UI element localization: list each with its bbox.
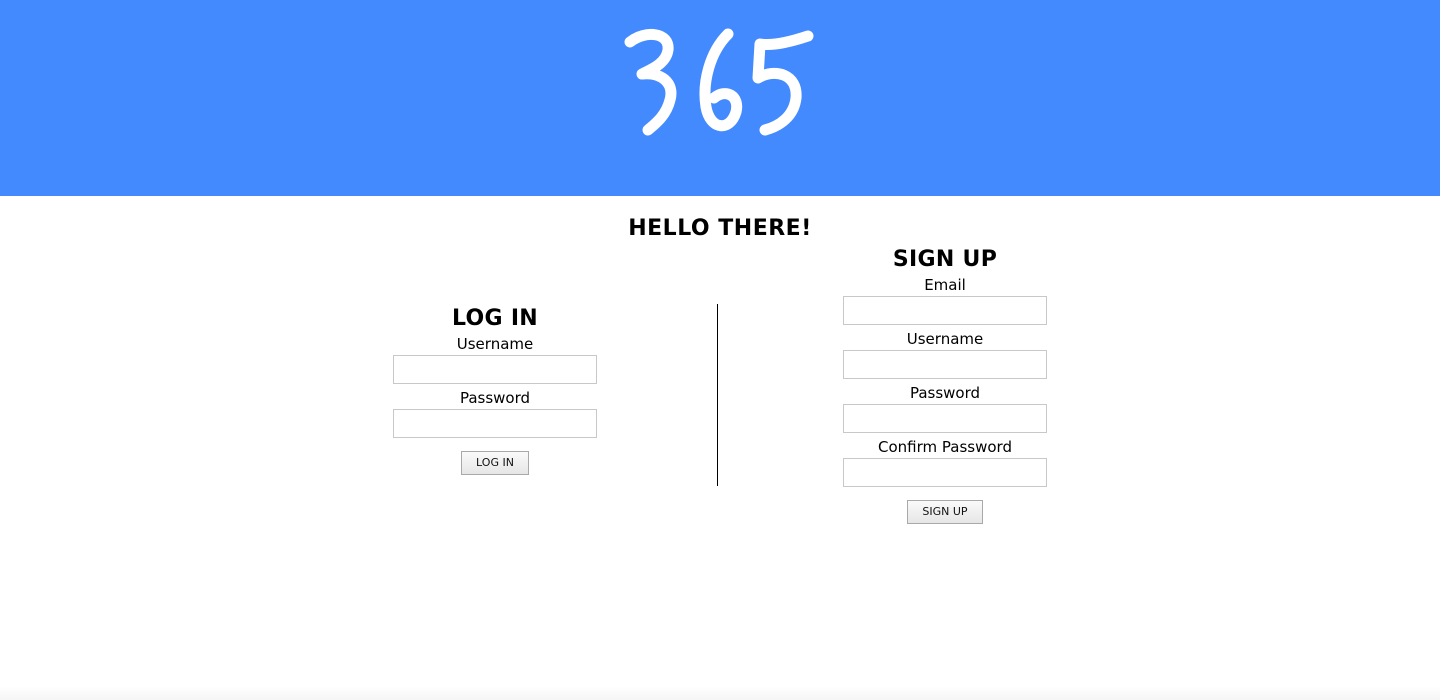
signup-email-input[interactable] xyxy=(843,296,1047,325)
bottom-shadow xyxy=(0,686,1440,700)
header-banner xyxy=(0,0,1440,196)
signup-password-label: Password xyxy=(909,384,981,402)
signup-password-input[interactable] xyxy=(843,404,1047,433)
signup-confirm-password-label: Confirm Password xyxy=(878,438,1012,456)
login-password-label: Password xyxy=(459,389,531,407)
login-form: LOG IN Username Password LOG IN xyxy=(365,305,625,475)
login-username-input[interactable] xyxy=(393,355,597,384)
form-divider xyxy=(717,304,718,486)
login-username-label: Username xyxy=(456,335,534,353)
signup-heading: SIGN UP xyxy=(892,247,998,272)
login-heading: LOG IN xyxy=(451,306,539,331)
signup-button[interactable]: SIGN UP xyxy=(907,500,983,524)
signup-username-input[interactable] xyxy=(843,350,1047,379)
signup-email-label: Email xyxy=(924,276,966,294)
login-password-input[interactable] xyxy=(393,409,597,438)
greeting-heading: HELLO THERE! xyxy=(628,216,812,241)
signup-confirm-password-input[interactable] xyxy=(843,458,1047,487)
signup-username-label: Username xyxy=(906,330,984,348)
signup-form: SIGN UP Email Username Password Confirm … xyxy=(815,246,1075,524)
login-button[interactable]: LOG IN xyxy=(461,451,529,475)
brand-logo xyxy=(624,28,814,136)
